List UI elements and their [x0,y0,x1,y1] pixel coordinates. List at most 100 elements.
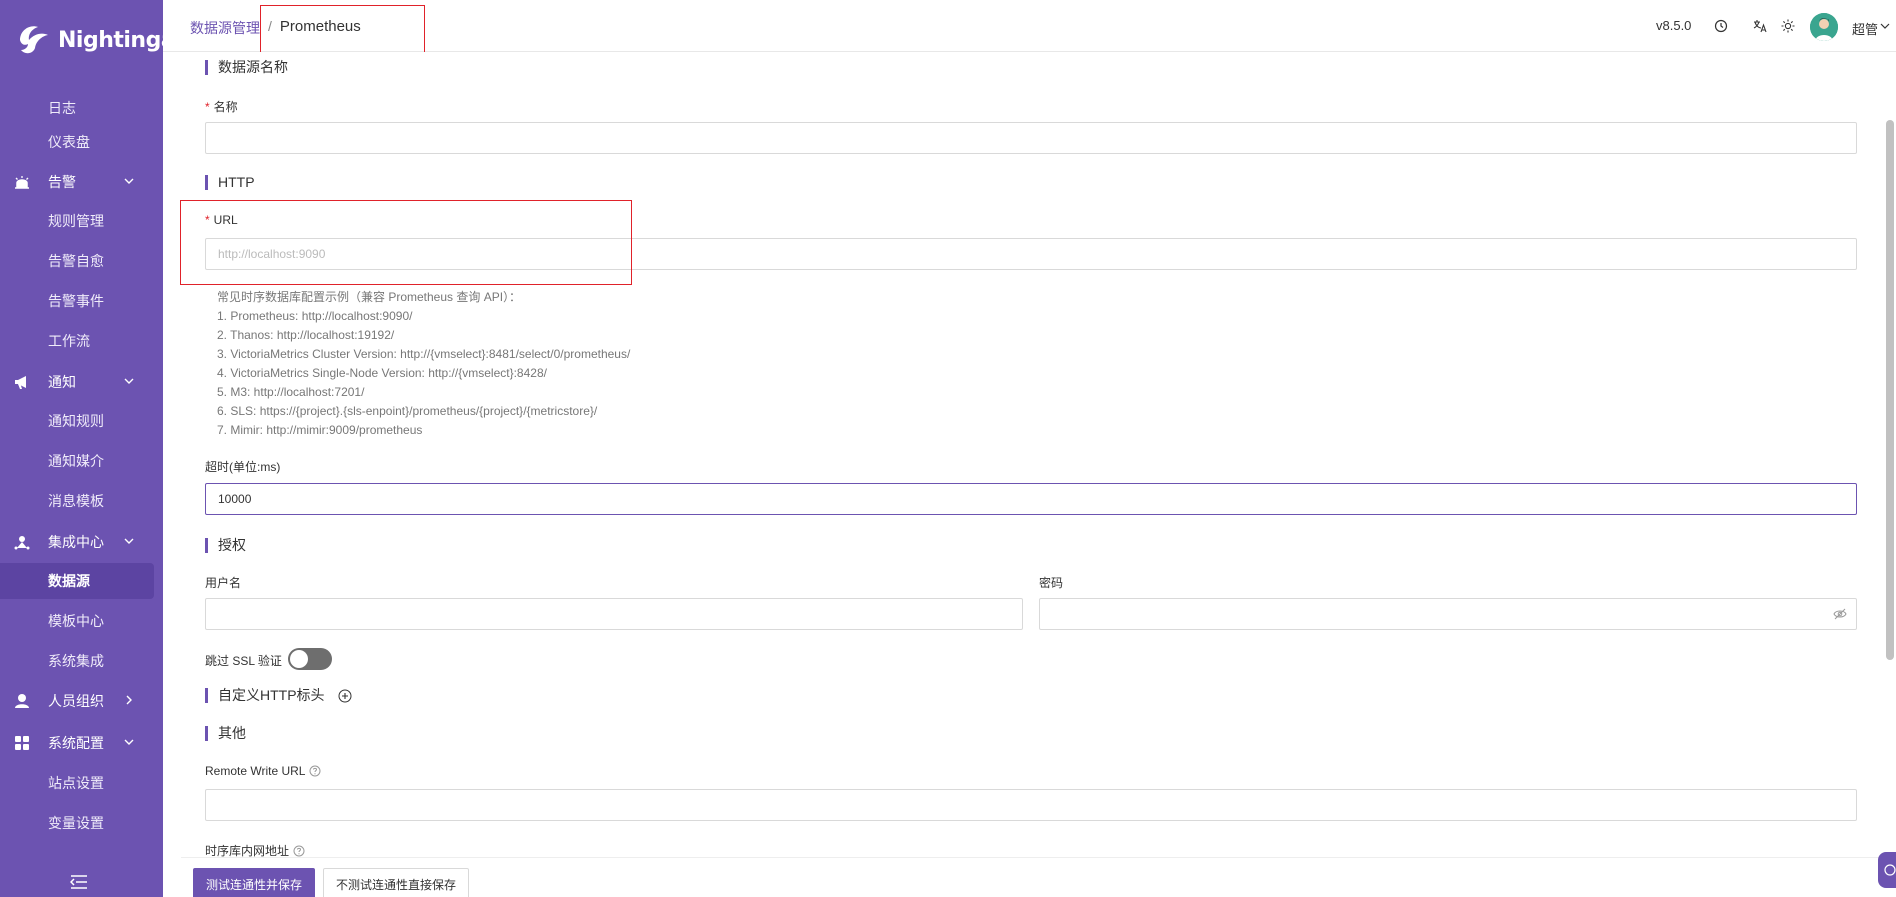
breadcrumb: 数据源管理 / Prometheus [190,18,361,38]
user-menu-chevron-down-icon[interactable] [1880,22,1890,30]
avatar-image-icon [1810,13,1838,41]
sidebar-item-label: 系统集成 [48,653,104,669]
nightingale-logo-icon [20,26,48,54]
translate-icon[interactable] [1753,19,1767,33]
sidebar-item-label: 站点设置 [48,775,104,791]
add-header-plus-circle-icon[interactable] [338,689,352,703]
sidebar-item-6[interactable]: 工作流 [0,323,163,359]
floating-help-button[interactable] [1878,852,1896,888]
sidebar-item-label: 告警事件 [48,293,104,309]
save-without-test-button[interactable]: 不测试连通性直接保存 [323,868,470,897]
sidebar-item-15[interactable]: 人员组织 [0,683,163,719]
internal-address-label: 时序库内网地址 [205,842,305,857]
history-icon[interactable] [1714,19,1728,33]
chevron-right-icon [126,695,132,705]
name-label-text: 名称 [213,100,238,114]
sidebar-item-label: 系统配置 [48,735,104,751]
help-line: 6. SLS: https://{project}.{sls-enpoint}/… [217,404,598,418]
avatar[interactable] [1810,13,1838,41]
sidebar-item-label: 模板中心 [48,613,104,629]
sidebar-item-1[interactable]: 仪表盘 [0,124,163,160]
datasource-form: 数据源名称 *名称 HTTP *URL 常见时序数据库配置示例（兼容 Prome… [181,52,1864,857]
username-label[interactable]: 超管 [1852,19,1878,38]
url-help-text: 常见时序数据库配置示例（兼容 Prometheus 查询 API）： 1. Pro… [217,288,630,440]
sidebar-item-5[interactable]: 告警事件 [0,283,163,319]
eye-invisible-icon[interactable] [1833,608,1847,620]
sidebar-item-label: 告警 [48,174,76,190]
section-title-http: HTTP [205,175,255,190]
sidebar-item-0[interactable]: 日志 [0,90,163,126]
section-title-auth: 授权 [205,538,246,553]
sidebar-item-label: 日志 [48,100,76,116]
help-line: 5. M3: http://localhost:7201/ [217,385,365,399]
password-field-label: 密码 [1039,576,1064,590]
required-mark: * [205,100,210,114]
theme-sun-icon[interactable] [1781,19,1795,33]
sidebar-item-10[interactable]: 消息模板 [0,483,163,519]
chevron-down-icon [124,378,134,384]
sidebar-item-label: 规则管理 [48,213,104,229]
chevron-down-icon [124,178,134,184]
url-label-text: URL [213,213,238,227]
breadcrumb-datasource-link[interactable]: 数据源管理 [190,18,260,38]
sidebar-item-11[interactable]: 集成中心 [0,524,163,560]
help-line: 常见时序数据库配置示例（兼容 Prometheus 查询 API）： [217,290,522,304]
help-icon [1884,864,1896,876]
name-input[interactable] [205,122,1857,154]
password-input[interactable] [1039,598,1857,630]
sidebar-item-17[interactable]: 站点设置 [0,765,163,801]
sidebar-item-label: 通知 [48,374,76,390]
sidebar-item-14[interactable]: 系统集成 [0,643,163,679]
sidebar-item-9[interactable]: 通知媒介 [0,443,163,479]
sidebar-item-2[interactable]: 告警 [0,164,163,200]
username-field-label: 用户名 [205,576,242,590]
url-input[interactable] [205,238,1857,270]
remote-write-url-input[interactable] [205,789,1857,821]
name-label: * 名称 [205,98,238,115]
sidebar-item-label: 集成中心 [48,534,104,550]
sidebar-item-4[interactable]: 告警自愈 [0,243,163,279]
sidebar-item-label: 变量设置 [48,815,104,831]
timeout-input[interactable] [205,483,1857,515]
sidebar-item-label: 告警自愈 [48,253,104,269]
sidebar-item-16[interactable]: 系统配置 [0,725,163,761]
sidebar-item-label: 仪表盘 [48,134,90,150]
sidebar: Nightingale 日志 仪表盘 告警 规则管理 告警自愈 告警事件 工作流 通知 通知规则… [0,0,197,897]
help-line: 4. VictoriaMetrics Single-Node Version: … [217,366,547,380]
collapse-sidebar-icon[interactable] [70,875,88,889]
user-icon [15,694,29,708]
chevron-down-icon [124,739,134,745]
breadcrumb-separator: / [268,18,272,34]
chevron-down-icon [124,538,134,544]
megaphone-icon [15,376,26,389]
skip-ssl-toggle[interactable] [288,648,332,670]
question-circle-icon[interactable] [309,765,321,777]
help-line: 1. Prometheus: http://localhost:9090/ [217,309,413,323]
remote-write-label: Remote Write URL [205,764,321,778]
internal-address-label-text: 时序库内网地址 [205,844,290,857]
top-header: 数据源管理 / Prometheus [163,0,1896,52]
sidebar-item-label: 消息模板 [48,493,104,509]
alarm-icon [15,176,29,189]
section-title-other: 其他 [205,726,246,741]
help-line: 3. VictoriaMetrics Cluster Version: http… [217,347,631,361]
skip-ssl-label: 跳过 SSL 验证 [205,654,282,668]
breadcrumb-current: Prometheus [279,18,361,35]
vertical-scrollbar[interactable] [1886,120,1894,660]
sidebar-item-8[interactable]: 通知规则 [0,403,163,439]
sidebar-item-12[interactable]: 数据源 [0,563,154,599]
sidebar-item-18[interactable]: 变量设置 [0,805,163,841]
test-and-save-button[interactable]: 测试连通性并保存 [193,868,316,897]
url-label: * URL [205,213,238,227]
sidebar-item-7[interactable]: 通知 [0,364,163,400]
integration-icon [14,536,30,550]
username-input[interactable] [205,598,1023,630]
sidebar-item-label: 通知规则 [48,413,104,429]
sidebar-item-label: 通知媒介 [48,453,104,469]
grid-icon [15,736,29,750]
question-circle-icon[interactable] [293,845,305,857]
required-mark: * [205,213,210,227]
version-label: v8.5.0 [1656,18,1692,33]
sidebar-item-13[interactable]: 模板中心 [0,603,163,639]
sidebar-item-3[interactable]: 规则管理 [0,203,163,239]
